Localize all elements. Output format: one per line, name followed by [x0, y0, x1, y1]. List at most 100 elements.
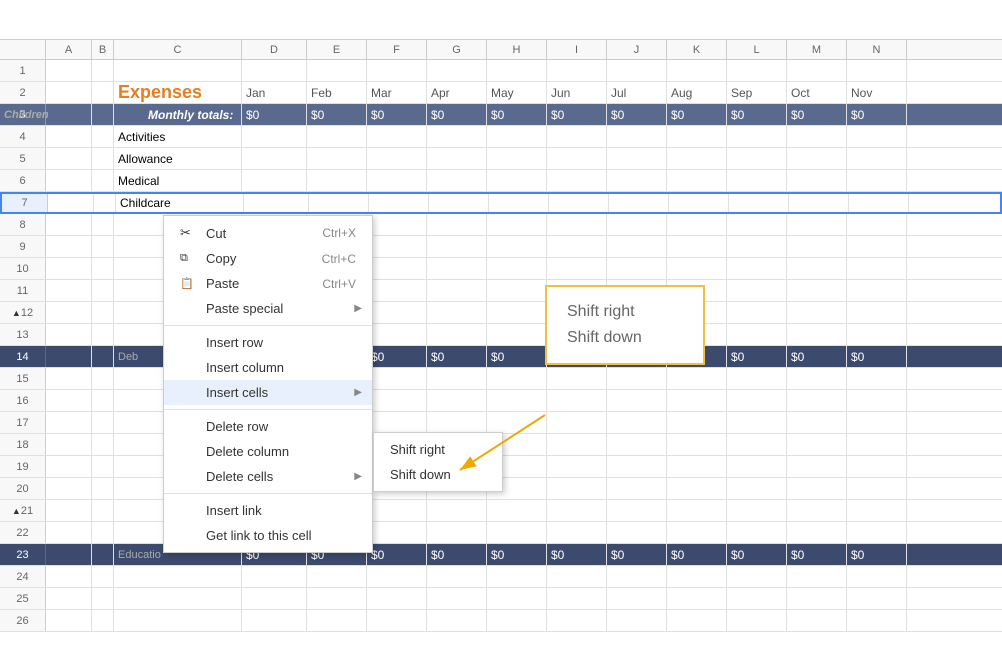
cell-1k[interactable] — [667, 60, 727, 81]
cell-20i[interactable] — [547, 478, 607, 499]
cell-24m[interactable] — [787, 566, 847, 587]
cell-13n[interactable] — [847, 324, 907, 345]
cell-18k[interactable] — [667, 434, 727, 455]
cell-5j[interactable] — [607, 148, 667, 169]
cell-21l[interactable] — [727, 500, 787, 521]
cell-8f[interactable] — [367, 214, 427, 235]
cell-26n[interactable] — [847, 610, 907, 631]
cell-7j[interactable] — [609, 194, 669, 212]
cell-25b[interactable] — [92, 588, 114, 609]
cell-7i[interactable] — [549, 194, 609, 212]
cell-7d[interactable] — [244, 194, 309, 212]
cell-4a[interactable] — [46, 126, 92, 147]
cell-15h[interactable] — [487, 368, 547, 389]
cell-15k[interactable] — [667, 368, 727, 389]
cell-12l[interactable] — [727, 302, 787, 323]
cell-6c[interactable]: Medical — [114, 170, 242, 191]
cell-24b[interactable] — [92, 566, 114, 587]
cell-4e[interactable] — [307, 126, 367, 147]
cell-7l[interactable] — [729, 194, 789, 212]
cell-6g[interactable] — [427, 170, 487, 191]
cell-23f[interactable]: $0 — [367, 544, 427, 565]
menu-item-insert-column[interactable]: Insert column — [164, 355, 372, 380]
cell-10i[interactable] — [547, 258, 607, 279]
cell-23b[interactable] — [92, 544, 114, 565]
cell-5f[interactable] — [367, 148, 427, 169]
cell-3b[interactable] — [92, 104, 114, 125]
cell-1b[interactable] — [92, 60, 114, 81]
cell-13g[interactable] — [427, 324, 487, 345]
menu-item-delete-cells[interactable]: Delete cells — [164, 464, 372, 489]
cell-26m[interactable] — [787, 610, 847, 631]
menu-item-insert-row[interactable]: Insert row — [164, 330, 372, 355]
cell-2i[interactable]: Jun — [547, 82, 607, 103]
cell-26d[interactable] — [242, 610, 307, 631]
menu-item-delete-row[interactable]: Delete row — [164, 414, 372, 439]
cell-24a[interactable] — [46, 566, 92, 587]
cell-17f[interactable] — [367, 412, 427, 433]
cell-15i[interactable] — [547, 368, 607, 389]
cell-24i[interactable] — [547, 566, 607, 587]
cell-3m[interactable]: $0 — [787, 104, 847, 125]
cell-25a[interactable] — [46, 588, 92, 609]
cell-10g[interactable] — [427, 258, 487, 279]
cell-20k[interactable] — [667, 478, 727, 499]
cell-22a[interactable] — [46, 522, 92, 543]
cell-9i[interactable] — [547, 236, 607, 257]
cell-1e[interactable] — [307, 60, 367, 81]
cell-18m[interactable] — [787, 434, 847, 455]
cell-3k[interactable]: $0 — [667, 104, 727, 125]
cell-12a[interactable] — [46, 302, 92, 323]
cell-6b[interactable] — [92, 170, 114, 191]
cell-20n[interactable] — [847, 478, 907, 499]
cell-13a[interactable] — [46, 324, 92, 345]
cell-12b[interactable] — [92, 302, 114, 323]
cell-11f[interactable] — [367, 280, 427, 301]
cell-4c[interactable]: Activities — [114, 126, 242, 147]
cell-9n[interactable] — [847, 236, 907, 257]
cell-25f[interactable] — [367, 588, 427, 609]
cell-17n[interactable] — [847, 412, 907, 433]
cell-22n[interactable] — [847, 522, 907, 543]
cell-20a[interactable] — [46, 478, 92, 499]
menu-item-insert-link[interactable]: Insert link — [164, 498, 372, 523]
cell-3g[interactable]: $0 — [427, 104, 487, 125]
cell-5h[interactable] — [487, 148, 547, 169]
cell-25j[interactable] — [607, 588, 667, 609]
cell-13b[interactable] — [92, 324, 114, 345]
cell-9m[interactable] — [787, 236, 847, 257]
cell-8m[interactable] — [787, 214, 847, 235]
cell-1j[interactable] — [607, 60, 667, 81]
cell-14g[interactable]: $0 — [427, 346, 487, 367]
cell-13h[interactable] — [487, 324, 547, 345]
cell-24d[interactable] — [242, 566, 307, 587]
cell-20l[interactable] — [727, 478, 787, 499]
cell-23m[interactable]: $0 — [787, 544, 847, 565]
cell-5g[interactable] — [427, 148, 487, 169]
cell-3a[interactable] — [46, 104, 92, 125]
cell-16h[interactable] — [487, 390, 547, 411]
cell-4b[interactable] — [92, 126, 114, 147]
cell-23a[interactable] — [46, 544, 92, 565]
cell-17g[interactable] — [427, 412, 487, 433]
cell-2j[interactable]: Jul — [607, 82, 667, 103]
cell-25g[interactable] — [427, 588, 487, 609]
cell-13m[interactable] — [787, 324, 847, 345]
cell-26e[interactable] — [307, 610, 367, 631]
cell-8b[interactable] — [92, 214, 114, 235]
menu-item-paste[interactable]: 📋 Paste Ctrl+V — [164, 271, 372, 296]
cell-3f[interactable]: $0 — [367, 104, 427, 125]
cell-18i[interactable] — [547, 434, 607, 455]
expand-icon-21[interactable]: ▲ — [12, 506, 21, 516]
cell-9b[interactable] — [92, 236, 114, 257]
cell-12n[interactable] — [847, 302, 907, 323]
cell-7m[interactable] — [789, 194, 849, 212]
cell-2b[interactable] — [92, 82, 114, 103]
cell-4k[interactable] — [667, 126, 727, 147]
cell-21f[interactable] — [367, 500, 427, 521]
cell-2m[interactable]: Oct — [787, 82, 847, 103]
cell-6a[interactable] — [46, 170, 92, 191]
cell-13f[interactable] — [367, 324, 427, 345]
menu-item-copy[interactable]: ⧉ Copy Ctrl+C — [164, 246, 372, 271]
cell-25d[interactable] — [242, 588, 307, 609]
